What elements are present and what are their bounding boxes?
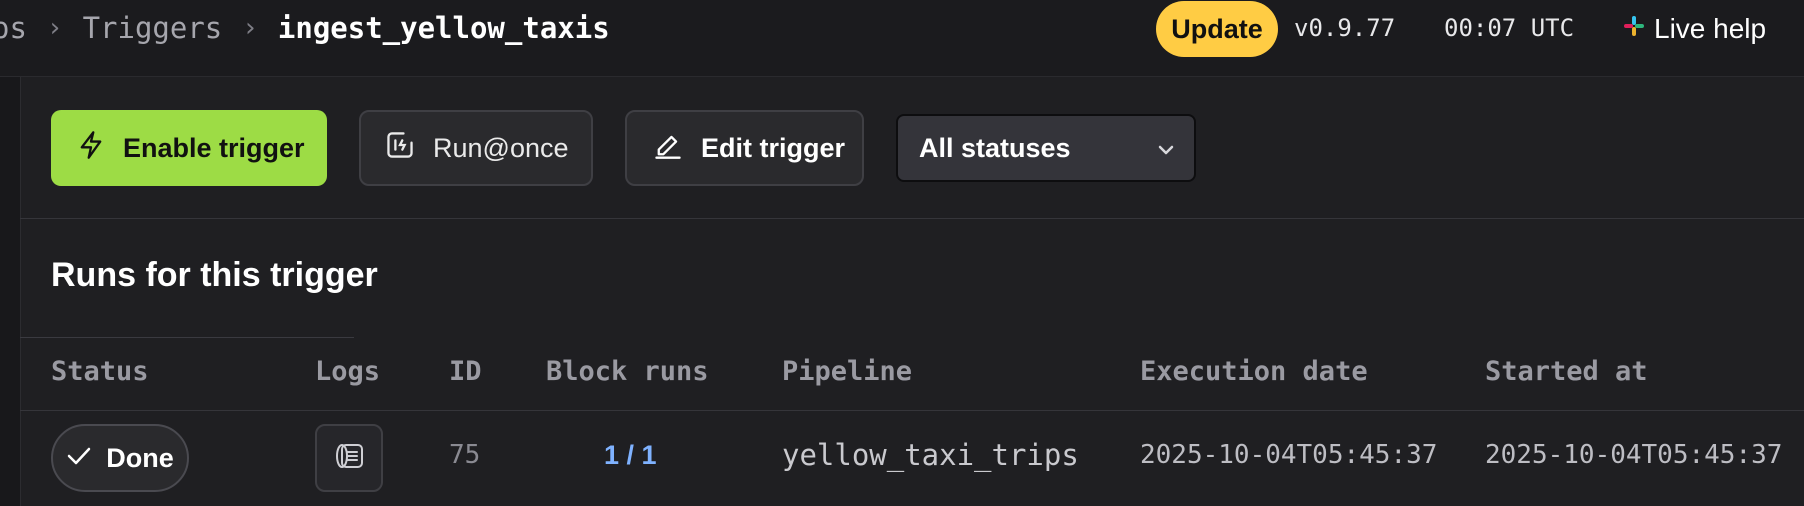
column-header-execution-date[interactable]: Execution date (1140, 356, 1368, 387)
breadcrumb-separator-icon: › (46, 13, 63, 43)
live-help-label: Live help (1654, 13, 1767, 44)
run-once-button[interactable]: Run@once (359, 110, 593, 186)
section-title: Runs for this trigger (51, 256, 378, 294)
breadcrumb-item-current: ingest_yellow_taxis (277, 11, 610, 45)
column-header-block-runs[interactable]: Block runs (546, 356, 709, 387)
logs-button[interactable] (315, 424, 383, 492)
status-badge-done[interactable]: Done (51, 424, 189, 492)
execution-date: 2025-10-04T05:45:37 (1140, 440, 1438, 470)
edit-trigger-button[interactable]: Edit trigger (625, 110, 864, 186)
lightning-icon (77, 130, 105, 167)
started-at: 2025-10-04T05:45:37 (1485, 440, 1783, 470)
slack-icon (1622, 13, 1646, 45)
breadcrumb-item-triggers[interactable]: Triggers (83, 11, 223, 45)
run-once-icon (385, 130, 415, 167)
section-title-underline (20, 337, 354, 338)
status-filter-value: All statuses (919, 132, 1071, 163)
edit-trigger-label: Edit trigger (701, 132, 846, 163)
status-label: Done (106, 442, 174, 473)
breadcrumb-item-prev[interactable]: os (0, 11, 27, 45)
enable-trigger-button[interactable]: Enable trigger (51, 110, 327, 186)
table-header-divider (20, 410, 1804, 411)
breadcrumb: os › Triggers › ingest_yellow_taxis (0, 10, 610, 46)
live-help-button[interactable]: Live help (1622, 12, 1766, 46)
checkmark-icon (66, 443, 92, 474)
column-header-logs[interactable]: Logs (315, 356, 380, 387)
utc-clock: 00:07 UTC (1444, 14, 1575, 42)
left-sidebar-strip (0, 77, 21, 506)
column-header-id[interactable]: ID (449, 356, 482, 387)
enable-trigger-label: Enable trigger (123, 132, 305, 163)
chevron-down-icon (1156, 133, 1176, 164)
column-header-started-at[interactable]: Started at (1485, 356, 1648, 387)
breadcrumb-separator-icon: › (242, 13, 258, 43)
update-button[interactable]: Update (1156, 1, 1278, 57)
version-label: v0.9.77 (1294, 14, 1396, 42)
column-header-status[interactable]: Status (51, 356, 149, 387)
logs-icon (333, 441, 365, 476)
column-header-pipeline[interactable]: Pipeline (782, 356, 912, 387)
block-runs-link[interactable]: 1 / 1 (604, 440, 657, 471)
toolbar-divider (20, 218, 1804, 219)
pencil-icon (653, 130, 683, 167)
run-id: 75 (449, 440, 481, 470)
top-header: os › Triggers › ingest_yellow_taxis Upda… (0, 0, 1804, 77)
run-once-label: Run@once (433, 132, 569, 163)
status-filter-select[interactable]: All statuses (896, 114, 1196, 182)
pipeline-name[interactable]: yellow_taxi_trips (782, 438, 1079, 472)
